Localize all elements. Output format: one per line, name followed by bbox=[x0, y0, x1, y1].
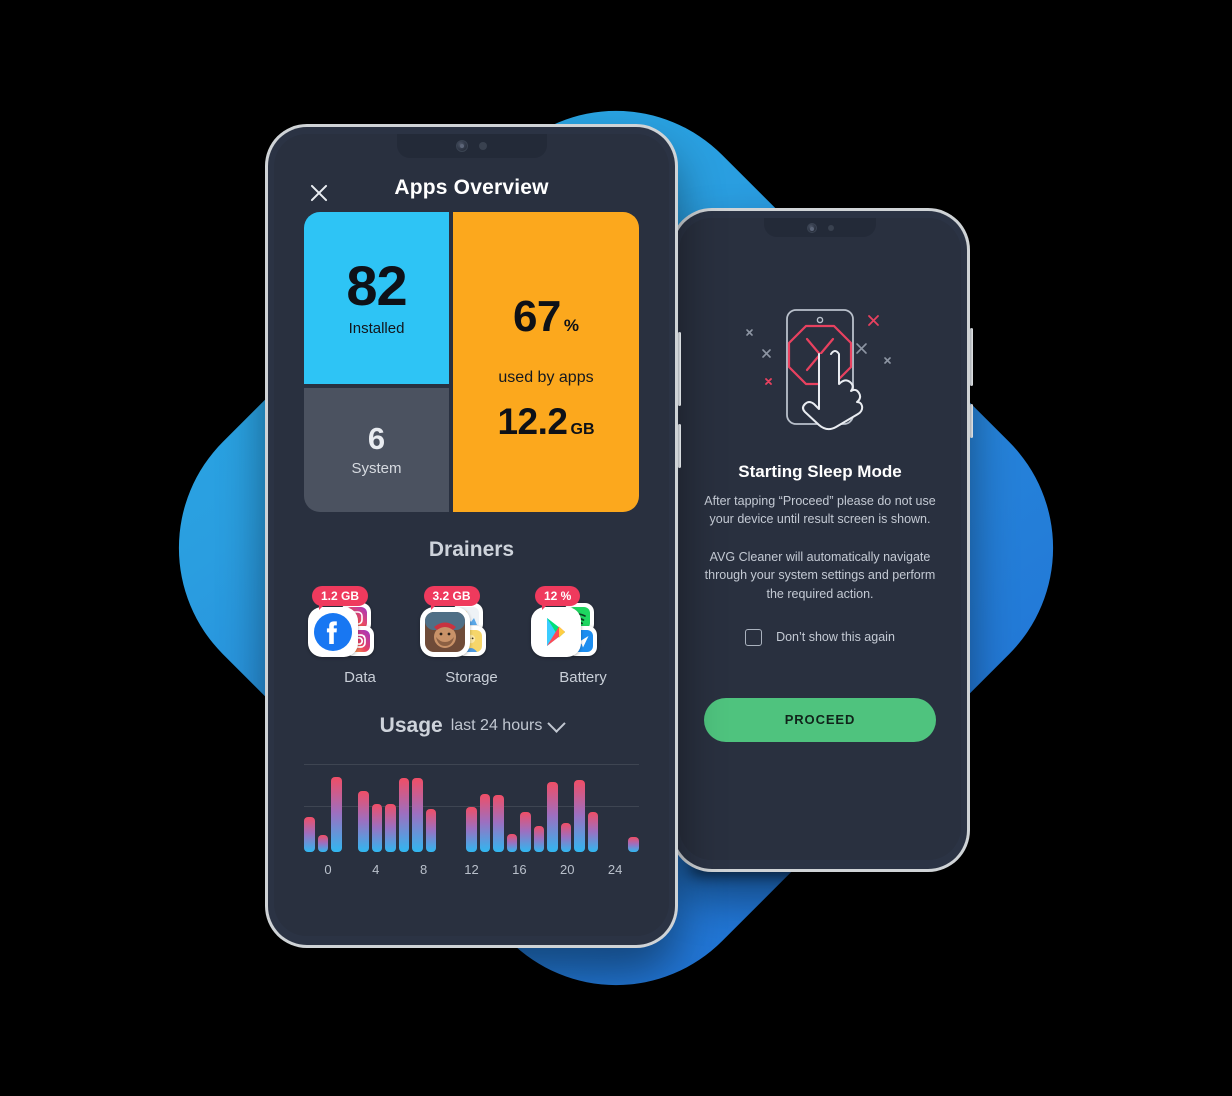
chart-bar bbox=[479, 794, 491, 852]
chart-bar bbox=[628, 837, 639, 852]
drainers-list: 1.2 GB Data 3.2 GB Storage 12 % Battery bbox=[304, 586, 639, 686]
chart-bar bbox=[317, 835, 329, 852]
chart-x-tick: 8 bbox=[420, 862, 428, 877]
sensor-icon bbox=[827, 224, 834, 231]
close-icon[interactable] bbox=[308, 182, 330, 204]
app-icon-stack bbox=[419, 603, 492, 659]
proceed-button[interactable]: PROCEED bbox=[704, 697, 936, 742]
facebook-icon bbox=[308, 607, 358, 657]
phone1-notch bbox=[396, 134, 547, 158]
drainer-badge: 1.2 GB bbox=[312, 586, 369, 610]
drainers-title: Drainers bbox=[428, 538, 515, 561]
sleep-mode-paragraph-1: After tapping “Proceed” please do not us… bbox=[704, 494, 936, 527]
chart-bar bbox=[304, 817, 315, 852]
size-unit: GB bbox=[570, 420, 595, 438]
chart-bar bbox=[371, 804, 383, 852]
chart-x-tick: 20 bbox=[559, 862, 575, 877]
phone2-volume-button[interactable] bbox=[970, 328, 973, 386]
chart-bars bbox=[304, 760, 639, 852]
google-play-icon bbox=[531, 607, 581, 657]
chart-x-tick: 12 bbox=[464, 862, 479, 877]
system-apps-card[interactable]: 6 System bbox=[304, 387, 449, 512]
chart-bar bbox=[358, 791, 369, 852]
stat-cards-left-column: 82 Installed 6 System bbox=[304, 212, 449, 512]
drainer-label: Data bbox=[344, 669, 376, 686]
phone1-volume-button[interactable] bbox=[678, 332, 681, 406]
used-by-apps-label: used by apps bbox=[498, 368, 594, 386]
app-icon-stack bbox=[308, 603, 380, 659]
storage-usage-card[interactable]: 67 % used by apps 12.2 GB bbox=[453, 212, 639, 512]
percent-value: 67 bbox=[512, 291, 561, 341]
drainer-badge: 3.2 GB bbox=[423, 586, 480, 610]
installed-count: 82 bbox=[346, 254, 407, 318]
usage-title: Usage bbox=[379, 714, 443, 737]
sensor-icon bbox=[479, 142, 487, 150]
app-icon-stack bbox=[531, 603, 603, 659]
sleep-mode-title: Starting Sleep Mode bbox=[738, 462, 902, 481]
usage-header[interactable]: Usage last 24 hours bbox=[304, 713, 639, 738]
chart-bar bbox=[587, 811, 599, 852]
phone1-screen: Apps Overview 82 Installed 6 System 67 %… bbox=[274, 134, 669, 936]
percent-row: 67 % bbox=[512, 291, 580, 341]
percent-unit: % bbox=[563, 315, 580, 335]
phone1-power-button[interactable] bbox=[678, 424, 681, 468]
screenshot-stage: Starting Sleep Mode After tapping “Proce… bbox=[0, 0, 1232, 1096]
chart-x-tick: 0 bbox=[324, 862, 332, 877]
dont-show-again-checkbox[interactable] bbox=[745, 628, 763, 646]
chart-bar bbox=[385, 804, 396, 852]
chart-bar bbox=[412, 778, 423, 852]
chart-bar bbox=[574, 780, 585, 852]
dont-show-again-label: Don’t show this again bbox=[776, 630, 895, 645]
usage-subtitle: last 24 hours bbox=[450, 717, 543, 734]
drainer-item-data[interactable]: 1.2 GB Data bbox=[308, 586, 410, 686]
chart-bar bbox=[425, 808, 437, 852]
chart-bar bbox=[493, 794, 504, 852]
phone2-power-button[interactable] bbox=[970, 404, 973, 438]
game-pirate-icon bbox=[419, 607, 470, 657]
drainer-label: Storage bbox=[445, 669, 498, 686]
system-count: 6 bbox=[367, 420, 386, 456]
chart-bar bbox=[520, 812, 531, 852]
chart-x-axis: 0 4 8 12 16 20 24 bbox=[304, 862, 639, 877]
usage-bar-chart bbox=[304, 760, 639, 852]
size-value: 12.2 bbox=[497, 400, 568, 442]
chart-x-tick: 24 bbox=[607, 862, 623, 877]
phone1-body: Apps Overview 82 Installed 6 System 67 %… bbox=[268, 127, 675, 945]
size-row: 12.2 GB bbox=[497, 403, 594, 440]
stat-cards: 82 Installed 6 System 67 % used by apps … bbox=[304, 212, 639, 512]
chart-bar bbox=[331, 776, 342, 852]
chart-bar bbox=[560, 823, 572, 852]
chart-bar bbox=[466, 806, 477, 852]
phone-device-sleep-mode: Starting Sleep Mode After tapping “Proce… bbox=[670, 208, 973, 872]
phone-device-apps-overview: Apps Overview 82 Installed 6 System 67 %… bbox=[265, 124, 681, 948]
phone2-body: Starting Sleep Mode After tapping “Proce… bbox=[673, 211, 967, 869]
installed-label: Installed bbox=[348, 320, 405, 338]
installed-apps-card[interactable]: 82 Installed bbox=[304, 212, 449, 384]
sleep-mode-paragraph-2: AVG Cleaner will automatically navigate … bbox=[704, 550, 936, 601]
system-label: System bbox=[351, 459, 402, 477]
chart-bar bbox=[398, 778, 410, 852]
phone2-notch bbox=[764, 218, 876, 237]
drainer-badge: 12 % bbox=[535, 586, 581, 610]
chevron-down-icon[interactable] bbox=[547, 713, 567, 733]
chart-x-tick: 16 bbox=[512, 862, 527, 877]
phone-stop-hand-icon bbox=[725, 294, 915, 444]
page-title: Apps Overview bbox=[394, 176, 549, 199]
chart-bar bbox=[506, 833, 518, 852]
chart-bar bbox=[547, 782, 558, 852]
camera-icon bbox=[806, 222, 817, 233]
drainer-item-battery[interactable]: 12 % Battery bbox=[531, 586, 633, 686]
phone2-screen: Starting Sleep Mode After tapping “Proce… bbox=[679, 218, 961, 860]
camera-icon bbox=[456, 140, 468, 152]
chart-bar bbox=[533, 826, 545, 852]
chart-x-tick: 4 bbox=[372, 862, 380, 877]
drainer-item-storage[interactable]: 3.2 GB Storage bbox=[419, 586, 522, 686]
drainer-label: Battery bbox=[559, 669, 607, 686]
dont-show-again-row[interactable]: Don’t show this again bbox=[745, 628, 895, 646]
